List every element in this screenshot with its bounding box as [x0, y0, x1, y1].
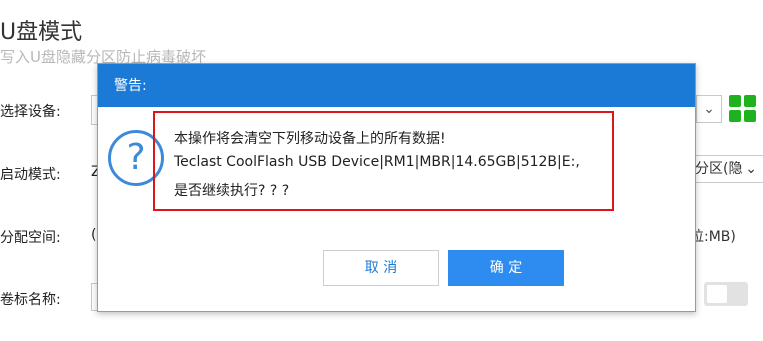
dialog-title: 警告: — [98, 64, 695, 107]
ok-button[interactable]: 确 定 — [448, 250, 564, 286]
unit-label: 位:MB) — [690, 229, 736, 245]
volume-name-label: 卷标名称: — [0, 292, 61, 308]
toggle-knob — [707, 285, 727, 303]
grid-view-icon[interactable] — [729, 95, 756, 122]
confirm-question-line: 是否继续执行? ? ? — [174, 183, 290, 199]
warning-line-1: 本操作将会清空下列移动设备上的所有数据! — [174, 131, 446, 147]
warning-message-box: 本操作将会清空下列移动设备上的所有数据! Teclast CoolFlash U… — [153, 111, 614, 211]
partition-select-value: 分区(隐 — [695, 161, 743, 177]
allocate-space-label: 分配空间: — [0, 230, 61, 246]
page-title: U盘模式 — [0, 20, 83, 45]
cancel-button[interactable]: 取 消 — [323, 250, 439, 286]
device-select-toggle[interactable]: ⌄ — [696, 95, 722, 123]
allocate-radio[interactable]: ( — [91, 227, 96, 243]
chevron-down-icon: ⌄ — [745, 161, 757, 177]
select-device-label: 选择设备: — [0, 104, 61, 120]
warning-dialog: 警告: ? 本操作将会清空下列移动设备上的所有数据! Teclast CoolF… — [97, 63, 696, 312]
chevron-down-icon: ⌄ — [703, 101, 715, 117]
boot-mode-label: 启动模式: — [0, 167, 61, 183]
device-info-line: Teclast CoolFlash USB Device|RM1|MBR|14.… — [174, 154, 580, 170]
toggle-switch[interactable] — [704, 282, 748, 306]
